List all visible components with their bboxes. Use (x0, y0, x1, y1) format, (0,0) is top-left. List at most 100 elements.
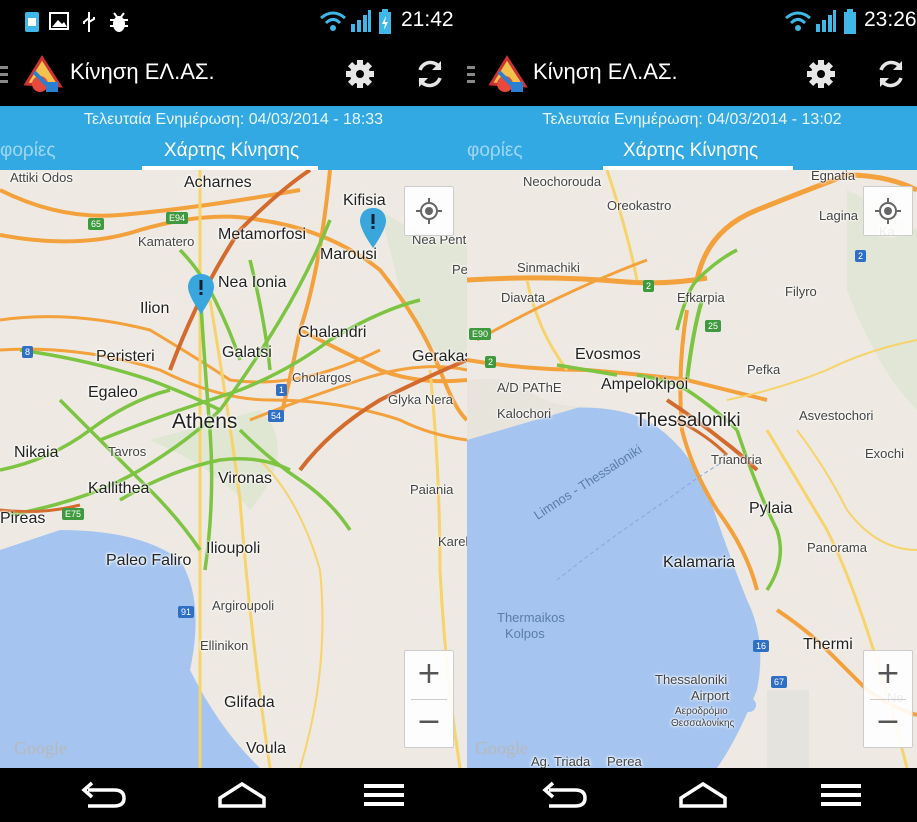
nav-bar (0, 768, 467, 822)
map-label: Nikaia (14, 444, 59, 461)
map-label: Acharnes (184, 174, 252, 191)
battery-icon (844, 9, 856, 34)
app-logo-icon[interactable] (487, 54, 529, 96)
map-label: Vironas (218, 470, 272, 487)
map-label: Chalandri (298, 324, 367, 341)
my-location-icon (875, 198, 901, 224)
map-label: Pefka (747, 362, 781, 377)
road-shield: 16 (753, 640, 770, 652)
refresh-icon[interactable] (871, 54, 911, 94)
settings-icon[interactable] (340, 54, 380, 94)
map-label: Thessaloniki (635, 410, 741, 431)
map-label: Lagina (819, 208, 859, 223)
map-label: Kamatero (138, 234, 195, 249)
map-label: Tavros (108, 444, 147, 459)
map-label: Marousi (320, 246, 377, 263)
map-label: Cholargos (292, 370, 352, 385)
map-label: Argiroupoli (212, 598, 275, 613)
map-label: Kalamaria (663, 554, 736, 571)
last-update-bar: Τελευταία Ενημέρωση: 04/03/2014 - 18:33 (0, 106, 467, 134)
screen-thessaloniki: 23:26 Κίνηση ΕΛ.ΑΣ. Τελευταία Ενημέρωση:… (467, 0, 917, 822)
zoom-out-icon[interactable]: − (864, 699, 912, 747)
drawer-icon[interactable] (467, 64, 477, 86)
map-label: Panorama (807, 540, 867, 555)
map-label: Ilioupoli (206, 540, 261, 557)
last-update-bar: Τελευταία Ενημέρωση: 04/03/2014 - 13:02 (467, 106, 917, 134)
map-label: Galatsi (222, 344, 272, 361)
usb-icon (83, 12, 95, 32)
menu-icon[interactable] (813, 778, 873, 812)
signal-icon (816, 10, 836, 32)
map-pin-icon[interactable] (188, 274, 214, 314)
screen-athens: 21:42 Κίνηση ΕΛ.ΑΣ. Τελευταία Ενημέρωση:… (0, 0, 467, 822)
map-label: Egaleo (88, 384, 138, 401)
map-label: Ilion (140, 300, 170, 317)
road-shield: 2 (485, 356, 497, 368)
zoom-out-icon[interactable]: − (405, 699, 453, 747)
map-label: Attiki Odos (10, 170, 73, 185)
road-shield: 2 (643, 280, 655, 292)
menu-icon[interactable] (356, 778, 416, 812)
map-label: Pireas (0, 510, 46, 527)
map-label: Kolpos (505, 626, 545, 641)
status-bar: 21:42 (0, 0, 467, 44)
map-label: A/D PAThE (497, 380, 562, 395)
map-label: Glifada (224, 694, 275, 711)
road-shield: 91 (178, 606, 195, 618)
app-logo-icon[interactable] (22, 54, 64, 96)
home-icon[interactable] (673, 778, 733, 812)
my-location-button[interactable] (404, 186, 454, 236)
map-label: Airport (691, 688, 730, 703)
status-bar: 23:26 (467, 0, 917, 44)
map-label: Nea Ionia (218, 274, 287, 291)
tab-previous[interactable]: φορίες (467, 134, 523, 170)
refresh-icon[interactable] (410, 54, 450, 94)
map-label: Exochi (865, 446, 905, 461)
tab-bar: φορίες Χάρτης Κίνησης (0, 134, 467, 170)
tab-traffic-map[interactable]: Χάρτης Κίνησης (623, 134, 758, 170)
status-time: 23:26 (864, 8, 917, 31)
map-label: Glyka Nera (388, 392, 454, 407)
tab-previous[interactable]: φορίες (0, 134, 56, 170)
status-time: 21:42 (401, 8, 454, 31)
zoom-in-icon[interactable]: + (864, 651, 912, 699)
map-label: Kalochori (497, 406, 552, 421)
road-shield: 1 (276, 384, 288, 396)
nav-bar (467, 768, 917, 822)
map-label: Peristeri (96, 348, 155, 365)
map-label: Oreokastro (607, 198, 672, 213)
map-label: Efkarpia (677, 290, 725, 305)
map-label: Voula (246, 740, 287, 757)
road-shield: 25 (705, 320, 722, 332)
map-label: Ag. Triada (531, 754, 591, 768)
map-label: Triandria (711, 452, 762, 467)
map-label: Evosmos (575, 346, 641, 363)
map-label: Athens (172, 410, 238, 433)
map-pin-icon[interactable] (360, 208, 386, 248)
debug-icon (110, 12, 128, 32)
action-bar: Κίνηση ΕΛ.ΑΣ. (0, 44, 467, 106)
road-shield: 2 (855, 250, 867, 262)
back-icon[interactable] (535, 778, 595, 812)
map-label: Pylaia (749, 500, 793, 517)
map-label: Filyro (785, 284, 817, 299)
traffic-map[interactable]: Attiki Odos Acharnes Kifisia Kamatero Me… (0, 170, 467, 768)
settings-icon[interactable] (801, 54, 841, 94)
map-label: Neochorouda (523, 174, 602, 189)
road-shield: E90 (469, 328, 492, 340)
map-canvas (0, 170, 467, 768)
road-shield: E75 (62, 508, 85, 520)
traffic-map[interactable]: Neochorouda Egnatia Oreokastro Lagina Ka… (467, 170, 917, 768)
back-icon[interactable] (74, 778, 134, 812)
wifi-icon (785, 11, 811, 31)
map-label: Karell (438, 534, 467, 549)
zoom-in-icon[interactable]: + (405, 651, 453, 699)
tab-traffic-map[interactable]: Χάρτης Κίνησης (164, 134, 299, 170)
zoom-controls: + − (863, 650, 913, 748)
app-title: Κίνηση ΕΛ.ΑΣ. (533, 59, 678, 84)
zoom-controls: + − (404, 650, 454, 748)
drawer-icon[interactable] (0, 64, 10, 86)
my-location-button[interactable] (863, 186, 913, 236)
map-label: Αεροδρόμιο (675, 706, 728, 717)
home-icon[interactable] (212, 778, 272, 812)
